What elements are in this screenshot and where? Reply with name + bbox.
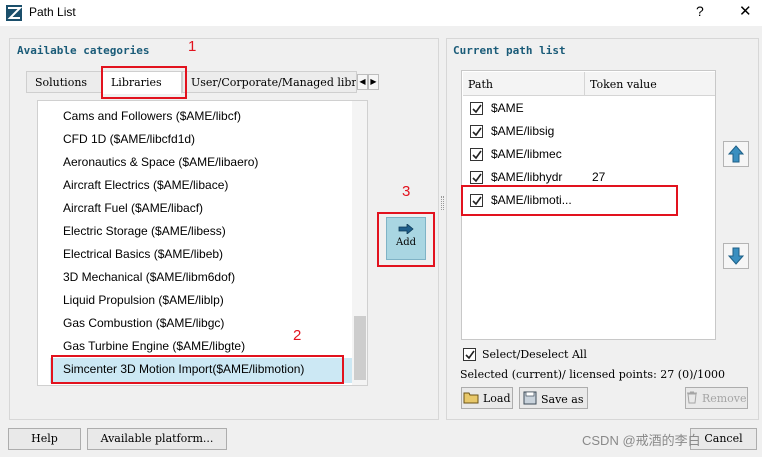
token-cell: 27 — [592, 170, 606, 184]
list-item[interactable]: 3D Mechanical ($AME/libm6dof) — [63, 270, 235, 284]
list-item[interactable]: Aircraft Electrics ($AME/libace) — [63, 178, 228, 192]
list-item[interactable]: CFD 1D ($AME/libcfd1d) — [63, 132, 195, 146]
column-header-token[interactable]: Token value — [585, 72, 715, 96]
checkmark-icon — [465, 350, 475, 360]
column-header-path[interactable]: Path — [463, 72, 585, 96]
list-item[interactable]: Cams and Followers ($AME/libcf) — [63, 109, 241, 123]
path-cell: $AME/libmec — [491, 147, 562, 161]
move-down-button[interactable] — [723, 243, 749, 269]
table-row[interactable]: $AME/libsig — [462, 121, 715, 143]
annotation-number-2: 2 — [293, 327, 302, 344]
checkmark-icon — [472, 150, 482, 160]
close-icon[interactable]: ✕ — [739, 2, 752, 20]
save-icon — [523, 391, 537, 405]
tab-scroll-right-icon[interactable]: ▶ — [368, 74, 379, 90]
annotation-box-add-button — [377, 212, 435, 267]
path-cell: $AME/libsig — [491, 124, 555, 138]
category-tabs: Solutions Libraries User/Corporate/Manag… — [26, 71, 380, 94]
list-item[interactable]: Gas Combustion ($AME/libgc) — [63, 316, 224, 330]
watermark: CSDN @戒酒的李白 — [582, 433, 701, 448]
window-title: Path List — [29, 5, 76, 19]
trash-icon — [687, 391, 698, 404]
checkmark-icon — [472, 127, 482, 137]
select-all-checkbox[interactable] — [463, 348, 476, 361]
arrow-up-icon — [727, 145, 745, 163]
move-up-button[interactable] — [723, 141, 749, 167]
select-all-label: Select/Deselect All — [482, 348, 587, 361]
category-list[interactable]: Cams and Followers ($AME/libcf) CFD 1D (… — [37, 100, 368, 386]
load-button-label: Load — [482, 392, 511, 405]
list-scrollbar[interactable] — [352, 101, 367, 385]
row-checkbox[interactable] — [470, 171, 483, 184]
path-cell: $AME — [491, 101, 524, 115]
table-row[interactable]: $AME — [462, 98, 715, 120]
tab-scroll-left-icon[interactable]: ◀ — [357, 74, 368, 90]
list-item[interactable]: Gas Turbine Engine ($AME/libgte) — [63, 339, 245, 353]
app-icon — [6, 5, 22, 21]
folder-icon — [463, 392, 479, 404]
path-cell: $AME/libhydr — [491, 170, 563, 184]
licensed-points-text: Selected (current)/ licensed points: 27 … — [460, 368, 726, 381]
list-item[interactable]: Liquid Propulsion ($AME/liblp) — [63, 293, 224, 307]
table-row[interactable]: $AME/libmec — [462, 144, 715, 166]
available-categories-title: Available categories — [17, 44, 150, 57]
annotation-box-libraries-tab — [101, 66, 187, 99]
tab-user-corporate[interactable]: User/Corporate/Managed libr — [182, 71, 357, 93]
checkmark-icon — [472, 173, 482, 183]
arrow-down-icon — [727, 247, 745, 265]
title-bar: Path List ? ✕ — [0, 0, 762, 26]
splitter-handle[interactable] — [441, 196, 444, 210]
current-path-title: Current path list — [453, 44, 566, 57]
available-platform-button[interactable]: Available platform... — [87, 428, 227, 450]
annotation-number-3: 3 — [402, 183, 411, 200]
annotation-number-1: 1 — [188, 38, 197, 55]
help-button[interactable]: Help — [8, 428, 81, 450]
checkmark-icon — [472, 104, 482, 114]
annotation-box-selected-item — [51, 355, 344, 384]
save-as-button-label: Save as — [540, 393, 584, 406]
help-icon[interactable]: ? — [696, 3, 704, 19]
row-checkbox[interactable] — [470, 102, 483, 115]
list-item[interactable]: Aeronautics & Space ($AME/libaero) — [63, 155, 258, 169]
row-checkbox[interactable] — [470, 148, 483, 161]
annotation-box-new-path-row — [461, 185, 678, 216]
remove-button[interactable]: Remove — [685, 387, 748, 409]
tab-solutions[interactable]: Solutions — [26, 71, 102, 93]
load-button[interactable]: Load — [461, 387, 513, 409]
list-item[interactable]: Electric Storage ($AME/libess) — [63, 224, 226, 238]
list-item[interactable]: Electrical Basics ($AME/libeb) — [63, 247, 223, 261]
row-checkbox[interactable] — [470, 125, 483, 138]
list-scroll-thumb[interactable] — [354, 316, 366, 380]
save-as-button[interactable]: Save as — [519, 387, 588, 409]
list-item[interactable]: Aircraft Fuel ($AME/libacf) — [63, 201, 203, 215]
remove-button-label: Remove — [701, 392, 747, 405]
